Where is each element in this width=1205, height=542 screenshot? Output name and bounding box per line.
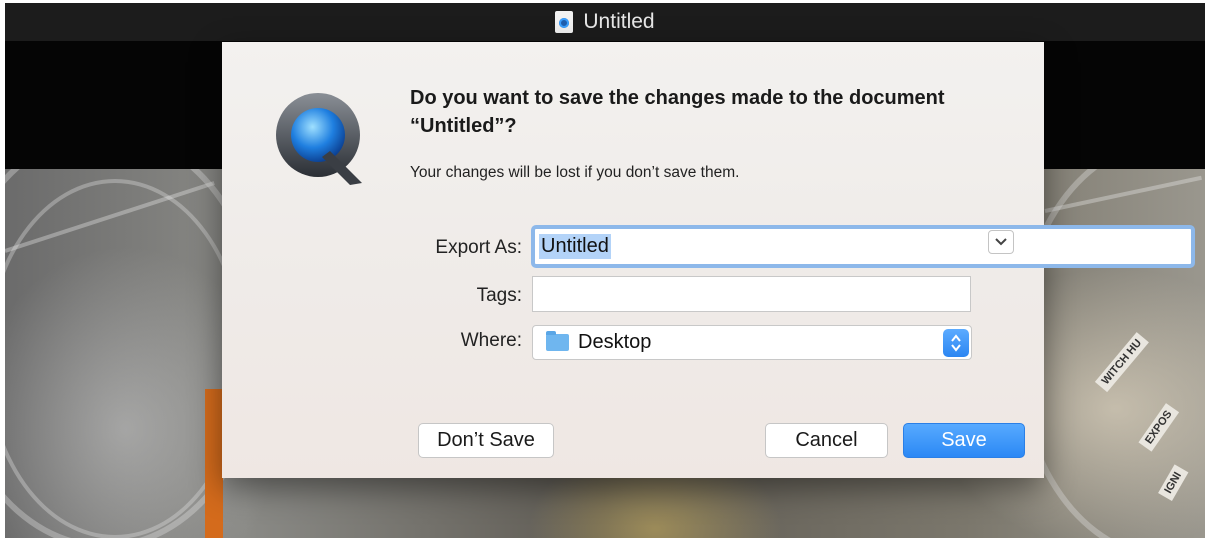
save-changes-dialog: Do you want to save the changes made to … [222,42,1195,478]
where-value: Desktop [578,331,652,353]
folder-icon [546,331,569,351]
background-orange-block [205,389,223,538]
tags-label: Tags: [476,285,522,306]
tags-field[interactable] [532,276,971,312]
dialog-message: Your changes will be lost if you don’t s… [410,164,740,181]
dont-save-button[interactable]: Don’t Save [418,423,554,458]
export-as-field[interactable]: Untitled [531,225,1195,268]
expand-dialog-button[interactable] [988,230,1014,254]
window-title: Untitled [583,10,655,33]
export-as-label: Export As: [435,237,522,258]
where-label: Where: [460,330,522,351]
popup-arrows-icon [943,329,969,357]
cancel-button[interactable]: Cancel [765,423,888,458]
save-button[interactable]: Save [903,423,1025,458]
title-bar[interactable]: Untitled [5,3,1205,41]
chevron-down-icon [995,238,1007,246]
dialog-heading: Do you want to save the changes made to … [410,87,945,137]
export-as-value: Untitled [539,234,611,259]
quicktime-document-icon [555,11,574,33]
where-popup-button[interactable]: Desktop [532,325,972,360]
quicktime-q-icon [276,93,362,185]
title-wrap: Untitled [555,10,655,34]
